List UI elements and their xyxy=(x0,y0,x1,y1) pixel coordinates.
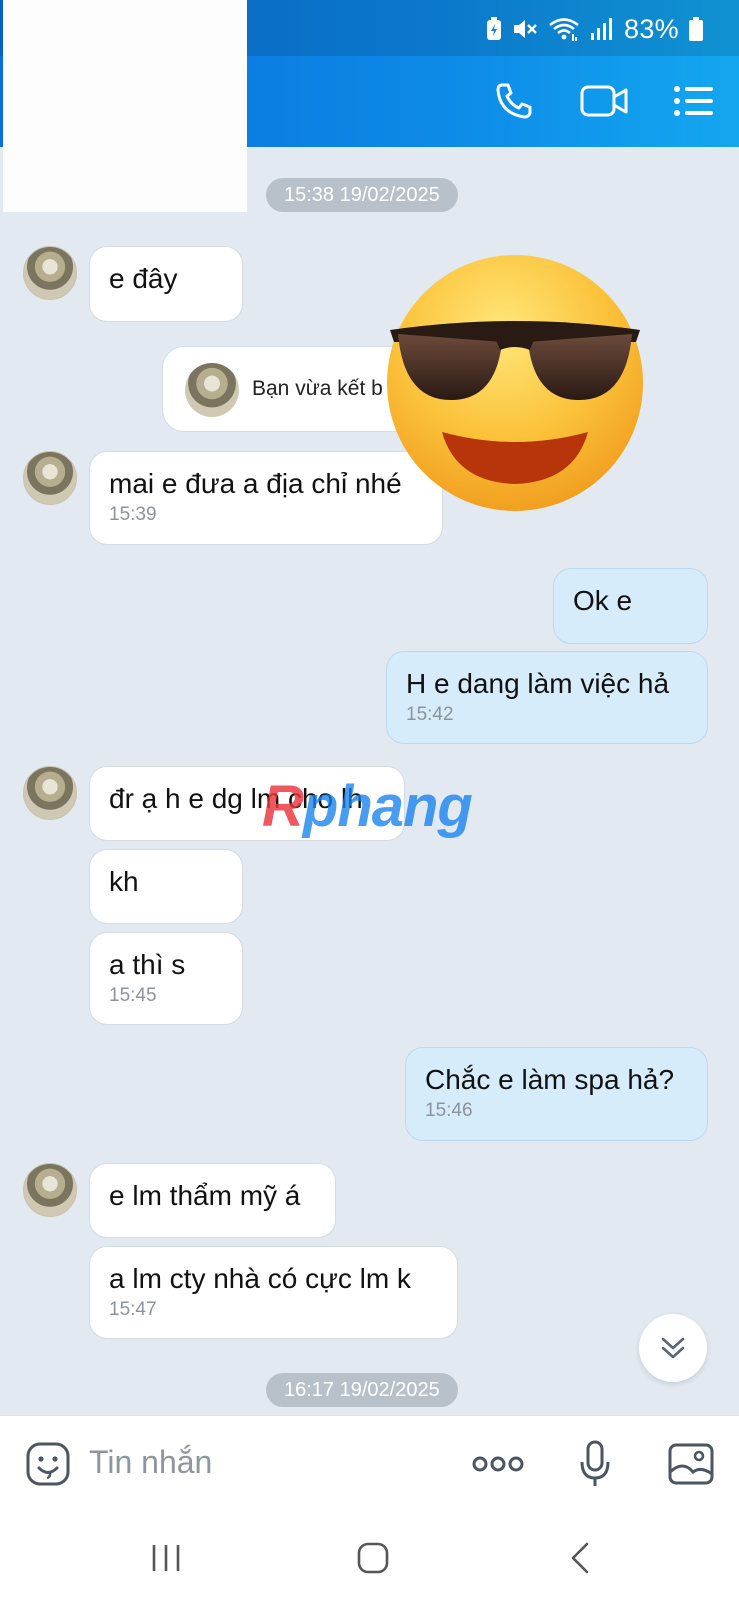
menu-list-icon xyxy=(674,86,713,116)
sticker-button[interactable] xyxy=(24,1440,72,1488)
more-icon xyxy=(472,1456,524,1472)
voice-record-button[interactable] xyxy=(575,1438,615,1490)
message-time: 15:47 xyxy=(109,1299,157,1320)
menu-list-button[interactable] xyxy=(669,78,719,124)
battery-saver-icon xyxy=(487,17,502,40)
recent-apps-icon xyxy=(152,1545,180,1571)
watermark-logo: Rphang xyxy=(262,773,473,840)
image-picker-button[interactable] xyxy=(666,1440,716,1488)
message-composer: Tin nhắn xyxy=(0,1415,739,1515)
message-text: Ok e xyxy=(573,585,633,616)
image-icon xyxy=(668,1443,714,1485)
signal-icon xyxy=(591,18,613,40)
wifi-icon xyxy=(549,18,579,41)
message-text: a lm cty nhà có cực lm k xyxy=(109,1263,411,1294)
double-chevron-down-icon xyxy=(661,1337,685,1359)
back-icon xyxy=(571,1542,589,1574)
message-time: 15:39 xyxy=(109,504,157,525)
redacted-contact-name xyxy=(3,0,247,212)
avatar[interactable] xyxy=(23,451,77,505)
message-text: Chắc e làm spa hả? xyxy=(425,1064,675,1095)
message-input[interactable]: Tin nhắn xyxy=(89,1444,212,1481)
message-text: e đây xyxy=(109,263,178,294)
avatar xyxy=(185,363,239,417)
message-bubble-incoming[interactable]: e đây xyxy=(89,246,243,322)
message-bubble-incoming[interactable]: kh xyxy=(89,849,243,924)
notification-text: Bạn vừa kết b xyxy=(252,377,383,400)
message-bubble-outgoing[interactable]: Chắc e làm spa hả? 15:46 xyxy=(405,1047,708,1141)
home-button[interactable] xyxy=(354,1539,392,1577)
message-text: H e dang làm việc hả xyxy=(406,668,670,699)
avatar[interactable] xyxy=(23,246,77,300)
video-call-button[interactable] xyxy=(579,78,629,124)
message-bubble-outgoing[interactable]: Ok e xyxy=(553,568,708,644)
date-separator: 15:38 19/02/2025 xyxy=(266,178,458,212)
more-options-button[interactable] xyxy=(470,1446,526,1482)
system-navigation-bar xyxy=(0,1515,739,1600)
message-bubble-incoming[interactable]: e lm thẩm mỹ á xyxy=(89,1163,336,1238)
mute-icon xyxy=(514,20,537,38)
message-text: a thì s xyxy=(109,949,186,980)
back-button[interactable] xyxy=(562,1540,598,1576)
message-text: mai e đưa a địa chỉ nhé xyxy=(109,468,402,499)
phone-call-icon xyxy=(496,83,532,119)
message-bubble-incoming[interactable]: a lm cty nhà có cực lm k 15:47 xyxy=(89,1246,458,1339)
avatar[interactable] xyxy=(23,766,77,820)
watermark-text: phang xyxy=(302,774,473,839)
message-bubble-outgoing[interactable]: H e dang làm việc hả 15:42 xyxy=(386,651,708,744)
message-text: e lm thẩm mỹ á xyxy=(109,1180,301,1211)
message-time: 15:42 xyxy=(406,704,454,725)
recent-apps-button[interactable] xyxy=(148,1540,184,1576)
status-icons: 83% xyxy=(486,13,703,44)
header-actions xyxy=(489,78,719,124)
message-time: 15:46 xyxy=(425,1100,473,1121)
scroll-to-bottom-button[interactable] xyxy=(639,1314,707,1382)
sunglasses-emoji-icon xyxy=(384,252,646,514)
home-icon xyxy=(357,1542,389,1574)
battery-icon xyxy=(689,17,703,41)
message-bubble-incoming[interactable]: a thì s 15:45 xyxy=(89,932,243,1025)
phone-call-button[interactable] xyxy=(489,78,539,124)
watermark-letter: R xyxy=(262,774,304,839)
video-call-icon xyxy=(580,85,628,117)
avatar[interactable] xyxy=(23,1163,77,1217)
sticker-icon xyxy=(26,1442,70,1486)
date-separator: 16:17 19/02/2025 xyxy=(266,1373,458,1407)
message-text: kh xyxy=(109,866,139,897)
battery-percent: 83% xyxy=(624,13,679,44)
microphone-icon xyxy=(580,1440,610,1486)
message-time: 15:45 xyxy=(109,985,157,1006)
